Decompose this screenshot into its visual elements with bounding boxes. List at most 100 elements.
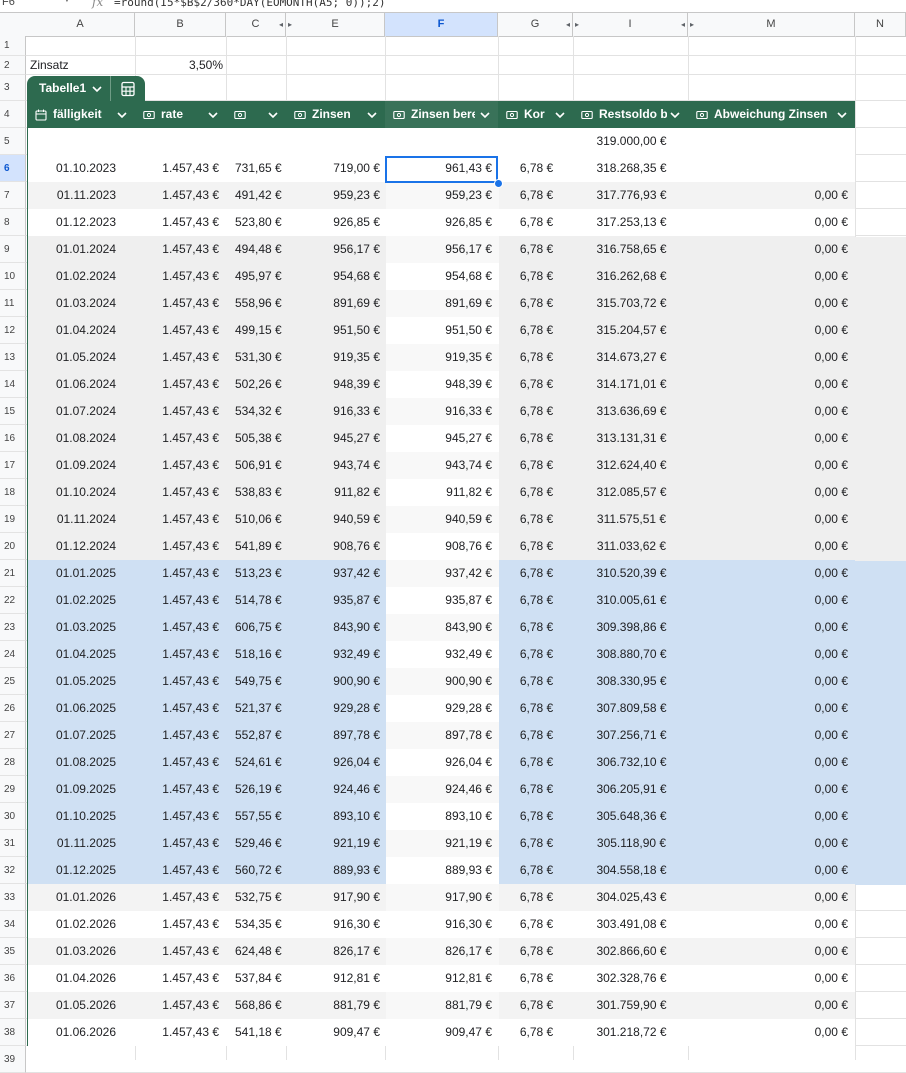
cell-zinsen-berechnet[interactable]: 943,74 €: [386, 452, 499, 479]
hidden-columns-icon[interactable]: ▸: [288, 13, 292, 36]
row-header[interactable]: 16: [0, 425, 26, 452]
cell-rate[interactable]: 1.457,43 €: [136, 479, 227, 506]
cell-restsoldo[interactable]: 305.648,36 €: [574, 803, 689, 830]
cell-restsoldo[interactable]: 310.520,39 €: [574, 560, 689, 587]
cell-restsoldo[interactable]: 306.732,10 €: [574, 749, 689, 776]
cell-faelligkeit[interactable]: 01.04.2026: [28, 965, 136, 992]
cell-c[interactable]: 541,18 €: [227, 1019, 287, 1046]
cell-c[interactable]: 521,37 €: [227, 695, 287, 722]
cell-restsoldo[interactable]: 303.491,08 €: [574, 911, 689, 938]
row-header[interactable]: 35: [0, 938, 26, 965]
cell-zinsen-berechnet[interactable]: 959,23 €: [386, 182, 499, 209]
cell-abweichung[interactable]: 0,00 €: [689, 722, 855, 749]
cell-zinsen[interactable]: 926,04 €: [287, 749, 386, 776]
cell-zinsen[interactable]: 911,82 €: [287, 479, 386, 506]
cell-faelligkeit[interactable]: 01.01.2024: [28, 236, 136, 263]
cell-rate[interactable]: 1.457,43 €: [136, 857, 227, 884]
cell-c[interactable]: 560,72 €: [227, 857, 287, 884]
cell-zinsen-berechnet[interactable]: 951,50 €: [386, 317, 499, 344]
cell-zinsen[interactable]: 916,30 €: [287, 911, 386, 938]
cell-restsoldo[interactable]: 312.085,57 €: [574, 479, 689, 506]
cell-faelligkeit[interactable]: 01.04.2025: [28, 641, 136, 668]
row-header[interactable]: 1: [0, 36, 26, 56]
row-header[interactable]: 32: [0, 857, 26, 884]
cell-korrektur[interactable]: 6,78 €: [499, 506, 574, 533]
row-header[interactable]: 19: [0, 506, 26, 533]
cell-faelligkeit[interactable]: 01.02.2026: [28, 911, 136, 938]
column-header[interactable]: I ▸ ◂: [573, 13, 688, 36]
column-header[interactable]: F: [385, 13, 498, 36]
cell-restsoldo[interactable]: 306.205,91 €: [574, 776, 689, 803]
cell-abweichung[interactable]: 0,00 €: [689, 749, 855, 776]
cell-zinsen[interactable]: 908,76 €: [287, 533, 386, 560]
cell-korrektur[interactable]: 6,78 €: [499, 830, 574, 857]
cell-rate[interactable]: 1.457,43 €: [136, 803, 227, 830]
cell-zinsen[interactable]: 843,90 €: [287, 614, 386, 641]
cell-zinsen-berechnet[interactable]: 956,17 €: [386, 236, 499, 263]
cell-restsoldo[interactable]: 319.000,00 €: [574, 128, 689, 155]
cell-korrektur[interactable]: 6,78 €: [499, 263, 574, 290]
cell-restsoldo[interactable]: 302.328,76 €: [574, 965, 689, 992]
cell-abweichung[interactable]: 0,00 €: [689, 371, 855, 398]
cell-c[interactable]: 514,78 €: [227, 587, 287, 614]
row-header[interactable]: 3: [0, 75, 26, 101]
cell-abweichung[interactable]: 0,00 €: [689, 1019, 855, 1046]
cell-rate[interactable]: 1.457,43 €: [136, 236, 227, 263]
cell-abweichung[interactable]: 0,00 €: [689, 452, 855, 479]
cell-restsoldo[interactable]: 310.005,61 €: [574, 587, 689, 614]
cell-zinsen-berechnet[interactable]: 826,17 €: [386, 938, 499, 965]
cell-c[interactable]: 506,91 €: [227, 452, 287, 479]
cell-zinsen[interactable]: 954,68 €: [287, 263, 386, 290]
cell-rate[interactable]: 1.457,43 €: [136, 290, 227, 317]
cell-b2[interactable]: 3,50%: [135, 52, 223, 79]
row-header[interactable]: 2: [0, 56, 26, 75]
cell-zinsen-berechnet[interactable]: 921,19 €: [386, 830, 499, 857]
cell-c[interactable]: 510,06 €: [227, 506, 287, 533]
row-header[interactable]: 4: [0, 101, 26, 128]
cell-zinsen[interactable]: 889,93 €: [287, 857, 386, 884]
table-calculator-button[interactable]: [111, 76, 145, 101]
cell-abweichung[interactable]: 0,00 €: [689, 776, 855, 803]
cell-restsoldo[interactable]: 307.256,71 €: [574, 722, 689, 749]
header-zinsen-berechnet[interactable]: Zinsen bere: [385, 101, 498, 128]
cell-korrektur[interactable]: 6,78 €: [499, 722, 574, 749]
cell-korrektur[interactable]: 6,78 €: [499, 533, 574, 560]
cell-rate[interactable]: 1.457,43 €: [136, 371, 227, 398]
cell-korrektur[interactable]: 6,78 €: [499, 479, 574, 506]
cell-c[interactable]: 529,46 €: [227, 830, 287, 857]
cell-zinsen-berechnet[interactable]: 908,76 €: [386, 533, 499, 560]
cell-rate[interactable]: 1.457,43 €: [136, 506, 227, 533]
cell-rate[interactable]: 1.457,43 €: [136, 452, 227, 479]
cell-c[interactable]: 549,75 €: [227, 668, 287, 695]
hidden-columns-icon[interactable]: ◂: [279, 13, 283, 36]
cell-restsoldo[interactable]: 313.636,69 €: [574, 398, 689, 425]
row-header[interactable]: 21: [0, 560, 26, 587]
cell-faelligkeit[interactable]: 01.06.2025: [28, 695, 136, 722]
cell-rate[interactable]: 1.457,43 €: [136, 722, 227, 749]
cell-zinsen-berechnet[interactable]: 911,82 €: [386, 479, 499, 506]
cell-korrektur[interactable]: 6,78 €: [499, 992, 574, 1019]
row-header[interactable]: 8: [0, 209, 26, 236]
cell-faelligkeit[interactable]: 01.12.2023: [28, 209, 136, 236]
cell-abweichung[interactable]: 0,00 €: [689, 533, 855, 560]
cell-faelligkeit[interactable]: 01.08.2025: [28, 749, 136, 776]
cell-zinsen-berechnet[interactable]: 932,49 €: [386, 641, 499, 668]
cell-abweichung[interactable]: 0,00 €: [689, 209, 855, 236]
cell-c[interactable]: 624,48 €: [227, 938, 287, 965]
cell-zinsen-berechnet[interactable]: 919,35 €: [386, 344, 499, 371]
cell-abweichung[interactable]: 0,00 €: [689, 803, 855, 830]
cell-abweichung[interactable]: 0,00 €: [689, 857, 855, 884]
cell-rate[interactable]: 1.457,43 €: [136, 425, 227, 452]
row-header[interactable]: 31: [0, 830, 26, 857]
cell-c[interactable]: 524,61 €: [227, 749, 287, 776]
cell-zinsen-berechnet[interactable]: 881,79 €: [386, 992, 499, 1019]
cell-faelligkeit[interactable]: 01.07.2024: [28, 398, 136, 425]
cell-abweichung[interactable]: 0,00 €: [689, 236, 855, 263]
row-header[interactable]: 6: [0, 155, 26, 182]
cell-zinsen-berechnet[interactable]: 929,28 €: [386, 695, 499, 722]
cell-korrektur[interactable]: 6,78 €: [499, 965, 574, 992]
cell-zinsen-berechnet[interactable]: 891,69 €: [386, 290, 499, 317]
cell-faelligkeit[interactable]: 01.06.2026: [28, 1019, 136, 1046]
cell-restsoldo[interactable]: 305.118,90 €: [574, 830, 689, 857]
cell-zinsen-berechnet[interactable]: 897,78 €: [386, 722, 499, 749]
